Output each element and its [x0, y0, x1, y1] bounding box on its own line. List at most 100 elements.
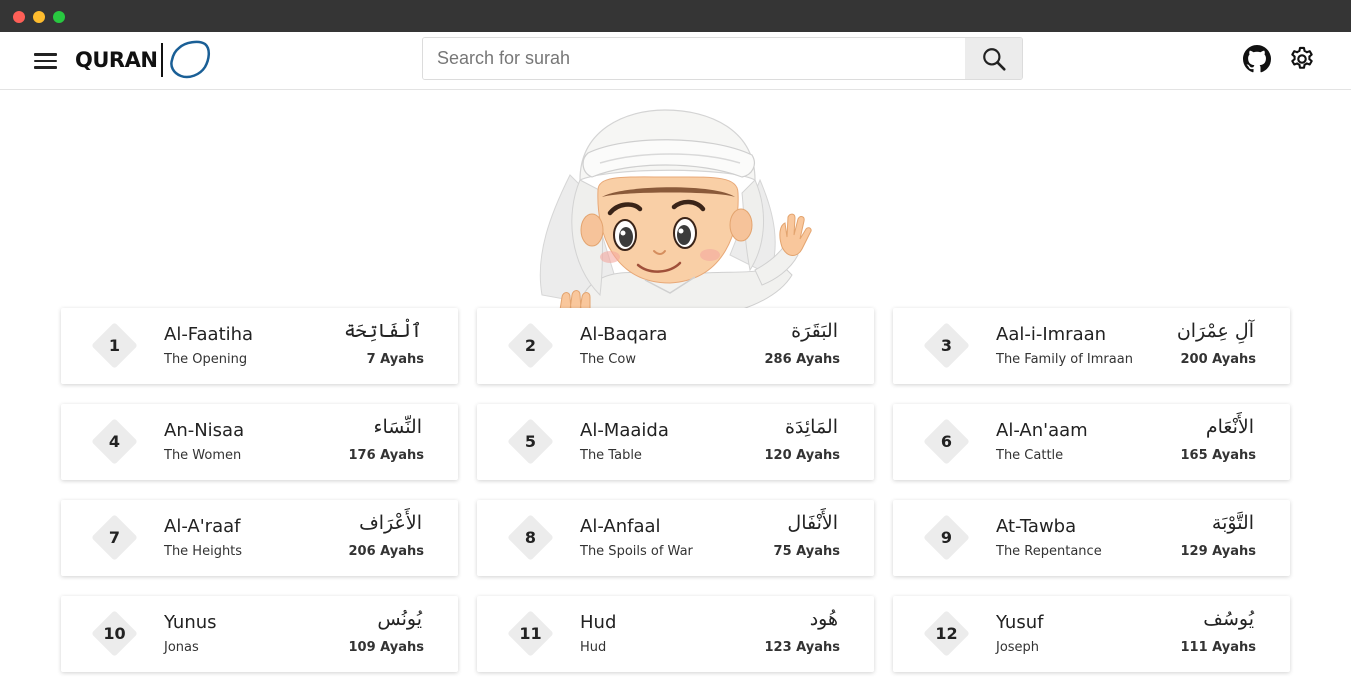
surah-number-badge: 10 — [91, 610, 138, 657]
surah-number: 5 — [524, 432, 537, 451]
surah-arabic-name: النِّسَاء — [373, 416, 422, 438]
minimize-window-button[interactable] — [33, 11, 45, 23]
surah-name: Yunus — [164, 612, 217, 633]
surah-number: 11 — [519, 624, 542, 643]
surah-number-badge: 1 — [91, 322, 138, 369]
surah-name: Al-Anfaal — [580, 516, 661, 537]
search-bar — [422, 37, 1023, 80]
surah-name: Yusuf — [996, 612, 1044, 633]
logo-shape-icon — [170, 40, 211, 79]
surah-card[interactable]: 4 An-Nisaa The Women النِّسَاء 176 Ayahs — [61, 404, 458, 480]
surah-card[interactable]: 5 Al-Maaida The Table المَائِدَة 120 Ayahs — [477, 404, 874, 480]
surah-ayah-count: 120 Ayahs — [764, 448, 841, 463]
surah-translation: The Family of Imraan — [996, 352, 1133, 367]
surah-arabic-name: يُونُس — [377, 608, 422, 630]
surah-number-badge: 2 — [507, 322, 554, 369]
surah-ayah-count: 111 Ayahs — [1180, 640, 1257, 655]
surah-number: 12 — [935, 624, 958, 643]
surah-translation: Jonas — [164, 640, 199, 655]
surah-arabic-name: الأَعْرَاف — [359, 512, 422, 534]
surah-name: Al-Maaida — [580, 420, 669, 441]
surah-name: An-Nisaa — [164, 420, 245, 441]
surah-card[interactable]: 12 Yusuf Joseph يُوسُف 111 Ayahs — [893, 596, 1290, 672]
surah-arabic-name: المَائِدَة — [784, 416, 838, 438]
surah-ayah-count: 176 Ayahs — [348, 448, 425, 463]
surah-name: Al-A'raaf — [164, 516, 241, 537]
surah-name: Aal-i-Imraan — [996, 324, 1107, 345]
github-icon[interactable] — [1243, 45, 1271, 73]
search-icon — [982, 47, 1006, 71]
top-navbar: QURAN — [0, 32, 1351, 90]
surah-number-badge: 7 — [91, 514, 138, 561]
surah-name: Al-Faatiha — [164, 324, 254, 345]
surah-card[interactable]: 10 Yunus Jonas يُونُس 109 Ayahs — [61, 596, 458, 672]
surah-card[interactable]: 9 At-Tawba The Repentance التَّوْبَة 129 Aya… — [893, 500, 1290, 576]
surah-translation: Hud — [580, 640, 607, 655]
search-button[interactable] — [965, 38, 1022, 79]
surah-ayah-count: 165 Ayahs — [1180, 448, 1257, 463]
surah-number-badge: 6 — [923, 418, 970, 465]
surah-card[interactable]: 11 Hud Hud هُود 123 Ayahs — [477, 596, 874, 672]
window-titlebar — [0, 0, 1351, 32]
surah-arabic-name: الأَنْعَام — [1205, 416, 1254, 438]
surah-card[interactable]: 3 Aal-i-Imraan The Family of Imraan آلِ عِم… — [893, 308, 1290, 384]
close-window-button[interactable] — [13, 11, 25, 23]
surah-number-badge: 8 — [507, 514, 554, 561]
surah-number: 4 — [108, 432, 121, 451]
logo-text: QURAN — [75, 48, 158, 72]
surah-card[interactable]: 2 Al-Baqara The Cow البَقَرَة 286 Ayahs — [477, 308, 874, 384]
surah-name: Al-Baqara — [580, 324, 668, 345]
surah-translation: Joseph — [996, 640, 1040, 655]
surah-card[interactable]: 7 Al-A'raaf The Heights الأَعْرَاف 206 Ayahs — [61, 500, 458, 576]
surah-arabic-name: التَّوْبَة — [1211, 512, 1254, 534]
search-input[interactable] — [423, 38, 965, 79]
surah-number: 9 — [940, 528, 953, 547]
menu-icon[interactable] — [34, 49, 58, 73]
surah-translation: The Cattle — [996, 448, 1064, 463]
surah-card[interactable]: 8 Al-Anfaal The Spoils of War الأَنْفَال 75 … — [477, 500, 874, 576]
surah-name: Hud — [580, 612, 617, 633]
surah-arabic-name: ٱلْفَاتِحَة — [344, 320, 422, 342]
surah-number: 7 — [108, 528, 121, 547]
surah-number: 6 — [940, 432, 953, 451]
surah-translation: The Spoils of War — [580, 544, 693, 559]
surah-ayah-count: 7 Ayahs — [366, 352, 424, 367]
logo[interactable]: QURAN — [75, 40, 211, 80]
surah-translation: The Table — [580, 448, 642, 463]
surah-number-badge: 4 — [91, 418, 138, 465]
surah-ayah-count: 75 Ayahs — [773, 544, 840, 559]
surah-number-badge: 9 — [923, 514, 970, 561]
surah-number-badge: 11 — [507, 610, 554, 657]
surah-arabic-name: يُوسُف — [1203, 608, 1254, 630]
surah-card[interactable]: 1 Al-Faatiha The Opening ٱلْفَاتِحَة 7 Ayahs — [61, 308, 458, 384]
gear-icon[interactable] — [1288, 45, 1316, 73]
surah-number-badge: 5 — [507, 418, 554, 465]
maximize-window-button[interactable] — [53, 11, 65, 23]
surah-arabic-name: البَقَرَة — [791, 320, 838, 342]
surah-ayah-count: 123 Ayahs — [764, 640, 841, 655]
surah-number: 1 — [108, 336, 121, 355]
surah-number: 10 — [103, 624, 126, 643]
surah-arabic-name: هُود — [809, 608, 838, 630]
mascot-illustration — [539, 109, 812, 310]
surah-translation: The Repentance — [996, 544, 1102, 559]
surah-translation: The Opening — [164, 352, 248, 367]
surah-card[interactable]: 6 Al-An'aam The Cattle الأَنْعَام 165 Ayahs — [893, 404, 1290, 480]
surah-translation: The Women — [164, 448, 242, 463]
surah-ayah-count: 129 Ayahs — [1180, 544, 1257, 559]
surah-translation: The Heights — [164, 544, 243, 559]
surah-name: Al-An'aam — [996, 420, 1088, 441]
surah-ayah-count: 200 Ayahs — [1180, 352, 1257, 367]
surah-number-badge: 12 — [923, 610, 970, 657]
surah-number-badge: 3 — [923, 322, 970, 369]
surah-arabic-name: آلِ عِمْرَان — [1176, 320, 1254, 342]
surah-arabic-name: الأَنْفَال — [787, 512, 838, 534]
surah-number: 3 — [940, 336, 953, 355]
surah-name: At-Tawba — [996, 516, 1077, 537]
surah-ayah-count: 206 Ayahs — [348, 544, 425, 559]
logo-divider — [161, 43, 164, 77]
surah-translation: The Cow — [580, 352, 636, 367]
surah-number: 8 — [524, 528, 537, 547]
surah-ayah-count: 109 Ayahs — [348, 640, 425, 655]
surah-ayah-count: 286 Ayahs — [764, 352, 841, 367]
